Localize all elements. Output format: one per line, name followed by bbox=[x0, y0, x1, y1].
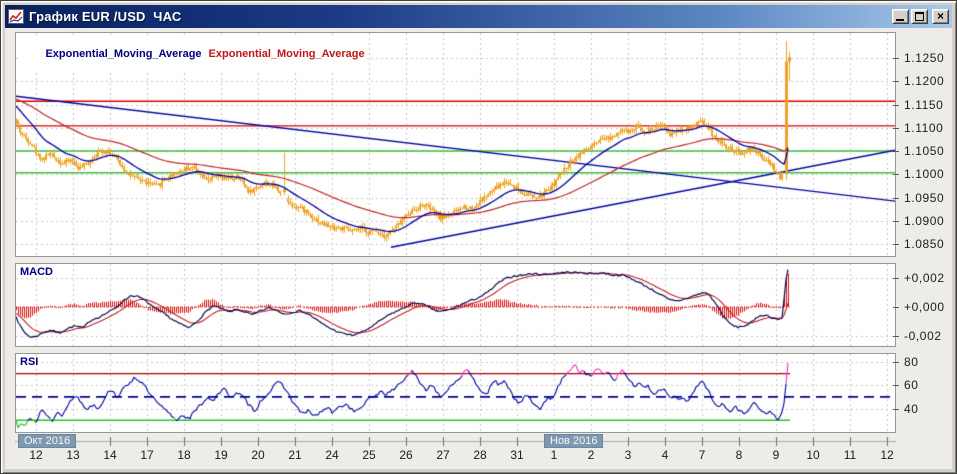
price-axis-label: 1.1000 bbox=[904, 167, 945, 182]
price-axis-label: 1.1050 bbox=[904, 144, 945, 158]
price-chart-panel[interactable]: Exponential_Moving_Average Exponential_Mo… bbox=[15, 32, 896, 257]
macd-panel[interactable]: MACD bbox=[15, 263, 896, 347]
maximize-button[interactable] bbox=[911, 9, 928, 24]
price-axis-label: 1.0950 bbox=[904, 190, 945, 205]
macd-axis-label: +0,000 bbox=[904, 300, 945, 314]
x-axis-canvas bbox=[15, 433, 896, 463]
maximize-icon bbox=[915, 12, 924, 21]
rsi-panel[interactable]: RSI bbox=[15, 353, 896, 433]
indicator-legend: Exponential_Moving_Average Exponential_Mo… bbox=[19, 36, 367, 72]
rsi-label: RSI bbox=[20, 356, 39, 368]
chart-icon bbox=[8, 8, 25, 25]
app-window: График EUR /USD ЧАС × Exponential_Moving… bbox=[0, 0, 957, 474]
legend-ema-slow-label[interactable]: Exponential_Moving_Average bbox=[209, 48, 365, 60]
minimize-button[interactable] bbox=[892, 9, 909, 24]
close-button[interactable]: × bbox=[932, 9, 949, 24]
rsi-axis-label: 60 bbox=[904, 378, 919, 393]
macd-axis-label: +0,002 bbox=[904, 271, 945, 285]
price-axis-label: 1.1200 bbox=[904, 74, 945, 89]
rsi-axis-label: 40 bbox=[904, 401, 919, 416]
rsi-axis-label: 80 bbox=[904, 355, 919, 369]
close-icon: × bbox=[936, 9, 944, 23]
time-axis bbox=[15, 433, 896, 463]
window-title: График EUR /USD ЧАС bbox=[29, 9, 182, 24]
legend-ema-fast-label[interactable]: Exponential_Moving_Average bbox=[45, 48, 201, 60]
price-axis-label: 1.1150 bbox=[904, 97, 944, 112]
macd-canvas[interactable] bbox=[16, 264, 895, 346]
rsi-canvas[interactable] bbox=[16, 354, 895, 432]
price-axis-label: 1.1250 bbox=[904, 51, 945, 65]
title-bar[interactable]: График EUR /USD ЧАС × bbox=[5, 5, 952, 28]
macd-label: MACD bbox=[20, 266, 53, 278]
macd-axis-label: -0,002 bbox=[904, 329, 942, 343]
chart-client-area: Exponential_Moving_Average Exponential_Mo… bbox=[5, 28, 952, 469]
price-axis-label: 1.1100 bbox=[904, 120, 944, 135]
price-axis-label: 1.0850 bbox=[904, 237, 945, 251]
price-axis-label: 1.0900 bbox=[904, 213, 945, 228]
minimize-icon bbox=[896, 19, 904, 21]
